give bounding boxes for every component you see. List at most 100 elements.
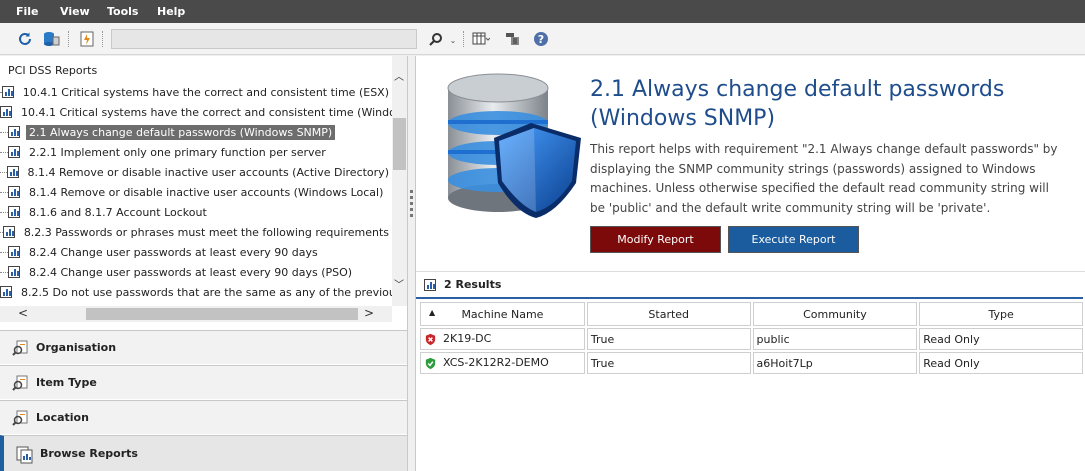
machine-name: 2K19-DC [443, 332, 492, 346]
divider [416, 297, 1083, 299]
tree-item-label: 2.2.1 Implement only one primary functio… [29, 145, 326, 159]
column-header-type[interactable]: Type [919, 302, 1083, 326]
search-docs-icon [12, 410, 28, 426]
tree-root[interactable]: PCI DSS Reports [8, 64, 97, 77]
panel-splitter[interactable] [408, 56, 415, 471]
tree-item-label: 2.1 Always change default passwords (Win… [26, 124, 336, 140]
menu-view[interactable]: View [60, 5, 90, 18]
tree-item[interactable]: 8.1.4 Remove or disable inactive user ac… [0, 182, 392, 202]
nav-browse-reports-label: Browse Reports [40, 447, 138, 460]
table-row[interactable]: 2K19-DC True public Read Only [420, 328, 1083, 350]
tree-vertical-scrollbar[interactable]: ︿ ﹀ [392, 56, 407, 306]
tree-item[interactable]: 8.1.4 Remove or disable inactive user ac… [0, 162, 392, 182]
column-header-machine-name[interactable]: ▲ Machine Name [420, 302, 585, 326]
nav-browse-reports[interactable]: Browse Reports [0, 435, 407, 471]
scroll-left-icon[interactable]: < [18, 306, 28, 320]
report-tree: PCI DSS Reports 10.4.1 Critical systems … [0, 56, 392, 306]
menu-tools[interactable]: Tools [107, 5, 138, 18]
tree-item-label: 8.2.4 Change user passwords at least eve… [29, 265, 353, 279]
report-icon [0, 286, 12, 298]
nav-location[interactable]: Location [0, 400, 407, 434]
tree-item-label: 8.2.5 Do not use passwords that are the … [21, 285, 392, 299]
tree-item[interactable]: 8.2.4 Change user passwords at least eve… [0, 242, 392, 262]
tree-item-label: 8.2.3 Passwords or phrases must meet the… [23, 225, 389, 239]
results-header: 2 Results [416, 271, 1085, 297]
report-icon [8, 126, 20, 138]
report-icon [2, 226, 15, 238]
search-docs-icon [12, 340, 28, 356]
tree-item[interactable]: 2.2.1 Implement only one primary functio… [0, 142, 392, 162]
left-panel: PCI DSS Reports 10.4.1 Critical systems … [0, 56, 408, 471]
nav-location-label: Location [36, 411, 89, 424]
report-icon [8, 206, 20, 218]
nav-item-type-label: Item Type [36, 376, 97, 389]
cell-started: True [586, 328, 751, 350]
report-icon [8, 246, 20, 258]
help-icon[interactable]: ? [532, 30, 550, 48]
tree-item[interactable]: 10.4.1 Critical systems have the correct… [0, 102, 392, 122]
sort-up-icon: ▲ [429, 308, 436, 317]
tree-item[interactable]: 8.1.6 and 8.1.7 Account Lockout [0, 202, 392, 222]
scroll-thumb-horizontal[interactable] [86, 308, 358, 320]
report-icon [6, 166, 19, 178]
nav-organisation[interactable]: Organisation [0, 330, 407, 364]
database-shield-icon [436, 68, 596, 228]
results-table: ▲ Machine Name Started Community Type 2K… [418, 300, 1085, 376]
scroll-down-icon[interactable]: ﹀ [394, 276, 404, 291]
menu-file[interactable]: File [16, 5, 39, 18]
cell-type: Read Only [919, 352, 1083, 374]
menu-help[interactable]: Help [157, 5, 185, 18]
cell-community: a6Hoit7Lp [752, 352, 918, 374]
report-detail-panel: 2.1 Always change default passwords (Win… [415, 56, 1085, 471]
menu-bar: File View Tools Help [0, 0, 1085, 23]
scroll-thumb[interactable] [393, 118, 406, 170]
database-icon[interactable] [42, 30, 60, 48]
tree-item[interactable]: 2.1 Always change default passwords (Win… [0, 122, 392, 142]
cell-machine-name: 2K19-DC [420, 328, 585, 350]
tree-item-label: 8.2.4 Change user passwords at least eve… [29, 245, 318, 259]
toolbar: ⌄ ? [0, 23, 1085, 55]
report-description: This report helps with requirement "2.1 … [590, 142, 1058, 215]
report-icon [8, 266, 20, 278]
column-header-started[interactable]: Started [586, 302, 751, 326]
report-icon [424, 278, 436, 291]
tree-item-label: 8.1.4 Remove or disable inactive user ac… [29, 185, 384, 199]
nav-item-type[interactable]: Item Type [0, 365, 407, 399]
reports-icon [16, 446, 33, 463]
cell-community: public [752, 328, 918, 350]
report-icon [0, 106, 12, 118]
column-header-community[interactable]: Community [752, 302, 918, 326]
modify-report-button[interactable]: Modify Report [590, 226, 721, 253]
tree-item-label: 8.1.6 and 8.1.7 Account Lockout [29, 205, 207, 219]
nav-organisation-label: Organisation [36, 341, 117, 354]
tree-item[interactable]: 10.4.1 Critical systems have the correct… [0, 82, 392, 102]
execute-report-button[interactable]: Execute Report [728, 226, 859, 253]
cell-machine-name: XCS-2K12R2-DEMO [420, 352, 585, 374]
tree-item[interactable]: 8.2.5 Do not use passwords that are the … [0, 282, 392, 302]
cell-type: Read Only [919, 328, 1083, 350]
tree-item-label: 10.4.1 Critical systems have the correct… [21, 105, 392, 119]
report-icon [8, 186, 20, 198]
tree-item[interactable]: 8.2.4 Change user passwords at least eve… [0, 262, 392, 282]
ok-shield-icon [425, 357, 436, 369]
search-input[interactable] [111, 29, 417, 49]
report-icon [1, 86, 14, 98]
search-icon[interactable] [427, 30, 445, 48]
machine-name: XCS-2K12R2-DEMO [443, 356, 549, 370]
filter-icon[interactable] [504, 30, 522, 48]
table-row[interactable]: XCS-2K12R2-DEMO True a6Hoit7Lp Read Only [420, 352, 1083, 374]
cell-started: True [586, 352, 751, 374]
results-count: 2 Results [444, 278, 502, 291]
columns-icon[interactable] [472, 30, 490, 48]
chevron-down-icon[interactable]: ⌄ [448, 35, 458, 45]
report-icon[interactable] [78, 30, 96, 48]
tree-item-label: 8.1.4 Remove or disable inactive user ac… [27, 165, 390, 179]
tree-item[interactable]: 8.2.3 Passwords or phrases must meet the… [0, 222, 392, 242]
scroll-up-icon[interactable]: ︿ [394, 68, 404, 83]
report-title: 2.1 Always change default passwords (Win… [590, 77, 1005, 131]
refresh-icon[interactable] [16, 30, 34, 48]
tree-horizontal-scrollbar[interactable]: < > [0, 306, 392, 322]
scroll-right-icon[interactable]: > [364, 306, 374, 320]
report-icon [8, 146, 20, 158]
error-shield-icon [425, 333, 436, 345]
